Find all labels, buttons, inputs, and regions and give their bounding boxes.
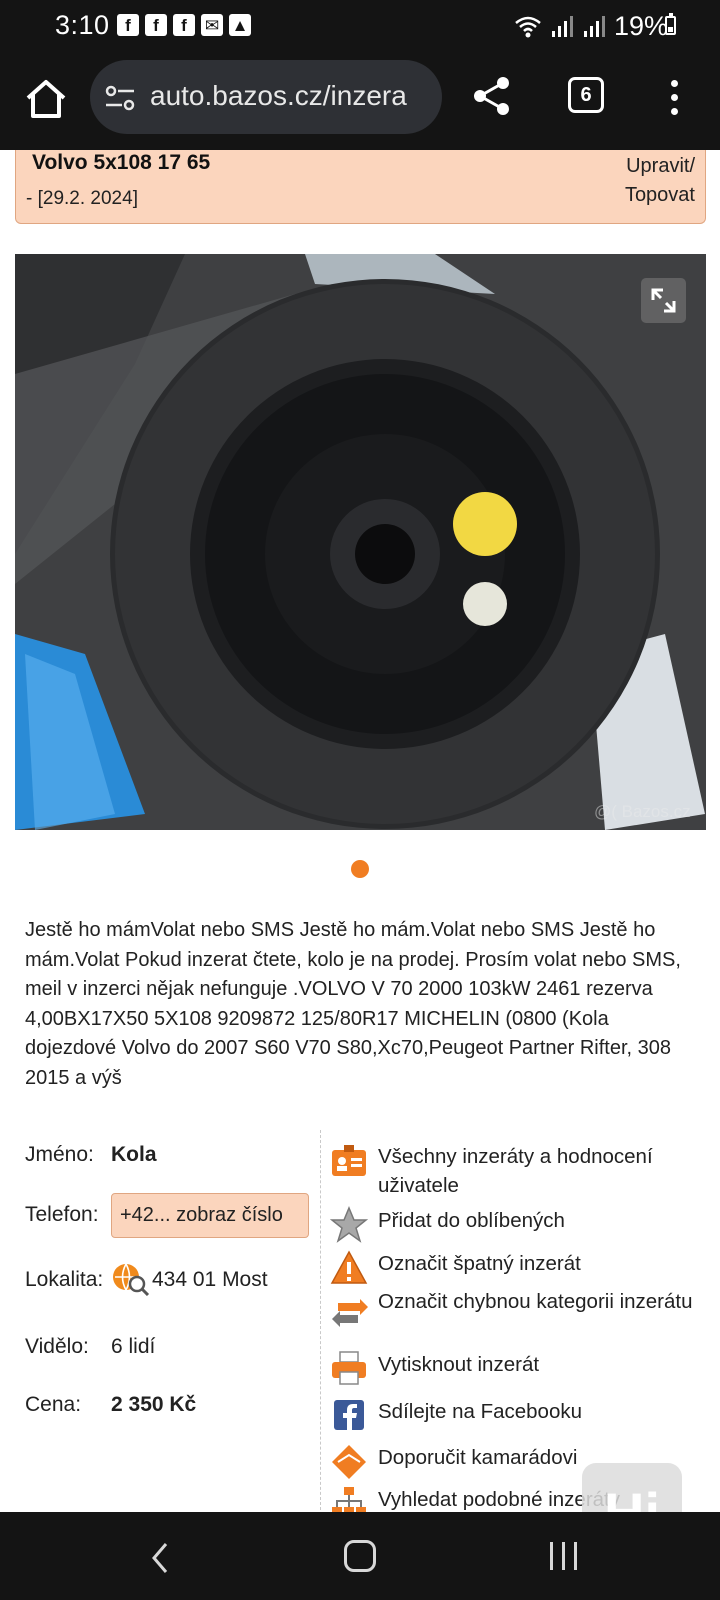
back-icon[interactable] (146, 1540, 176, 1576)
status-indicators: 19% (514, 11, 668, 42)
action-add-favorite[interactable]: Přidat do oblíbených (330, 1206, 710, 1244)
notification-icons: f f f ✉ ▲ (117, 14, 251, 36)
action-all-listings[interactable]: Všechny inzeráty a hodnocení uživatele (330, 1142, 710, 1202)
battery-percent: 19% (613, 11, 668, 41)
system-nav-bar (0, 1512, 720, 1600)
facebook-icon: f (145, 14, 167, 36)
recents-icon[interactable] (548, 1542, 580, 1572)
listing-photo[interactable] (15, 254, 706, 830)
battery-icon (665, 13, 676, 35)
photo-pager-dot[interactable] (351, 860, 369, 878)
wifi-icon (515, 16, 541, 37)
edit-link-line1[interactable]: Upravit/ (625, 152, 695, 181)
signal-icon (583, 15, 605, 37)
hierarchy-icon[interactable] (330, 1485, 368, 1512)
edit-link-line2[interactable]: Topovat (625, 181, 695, 210)
views-label: Vidělo: (25, 1335, 89, 1358)
listing-header: Volvo 5x108 17 65 - [29.2. 2024] Upravit… (15, 150, 706, 224)
location-label: Lokalita: (25, 1268, 104, 1291)
signal-icon (551, 15, 573, 37)
user-card-icon[interactable] (330, 1142, 368, 1180)
price-value: 2 350 Kč (111, 1393, 197, 1416)
phone-label: Telefon: (25, 1203, 99, 1226)
address-bar[interactable]: auto.bazos.cz/inzera (90, 60, 442, 134)
share-facebook-link[interactable]: Sdílejte na Facebooku (378, 1397, 718, 1426)
more-menu-icon[interactable] (660, 78, 690, 118)
action-print[interactable]: Vytisknout inzerát (330, 1350, 710, 1388)
price-label: Cena: (25, 1393, 82, 1416)
listing-date: - [29.2. 2024] (26, 188, 138, 209)
print-link[interactable]: Vytisknout inzerát (378, 1350, 718, 1379)
home-icon[interactable] (22, 76, 70, 124)
location-value: 434 01 Most (152, 1268, 268, 1291)
listing-title: Volvo 5x108 17 65 (32, 151, 211, 174)
photo-watermark: @( Bazos.cz (594, 802, 691, 821)
swap-arrows-icon[interactable] (330, 1295, 368, 1333)
name-value: Kola (111, 1143, 157, 1166)
expand-icon[interactable] (641, 278, 686, 323)
facebook-icon[interactable] (330, 1397, 368, 1435)
browser-toolbar: auto.bazos.cz/inzera 6 (0, 52, 720, 150)
home-nav-icon[interactable] (344, 1540, 376, 1572)
report-bad-link[interactable]: Označit špatný inzerát (378, 1249, 718, 1278)
send-icon[interactable] (330, 1443, 368, 1481)
listing-description: Jestě ho mámVolat nebo SMS Jestě ho mám.… (25, 919, 681, 1089)
action-share-facebook[interactable]: Sdílejte na Facebooku (330, 1397, 710, 1435)
image-icon: ▲ (229, 14, 251, 36)
column-divider (320, 1130, 321, 1510)
star-icon[interactable] (330, 1206, 368, 1244)
printer-icon[interactable] (330, 1350, 368, 1388)
url-text[interactable]: auto.bazos.cz/inzera (150, 80, 432, 112)
share-icon[interactable] (470, 74, 514, 118)
status-time: 3:10 (55, 10, 110, 40)
action-report-category[interactable]: Označit chybnou kategorii inzerátu (330, 1287, 710, 1347)
spare-wheel-image (15, 254, 706, 830)
views-value: 6 lidí (111, 1335, 156, 1358)
facebook-icon: f (117, 14, 139, 36)
warning-icon[interactable] (330, 1249, 368, 1287)
site-settings-icon[interactable] (104, 84, 136, 112)
mail-icon: ✉ (201, 14, 223, 36)
tab-switcher-button[interactable]: 6 (568, 77, 604, 113)
report-category-link[interactable]: Označit chybnou kategorii inzerátu (378, 1287, 718, 1316)
facebook-icon: f (173, 14, 195, 36)
fullscreen-button[interactable] (641, 278, 686, 323)
action-report-bad[interactable]: Označit špatný inzerát (330, 1249, 710, 1287)
status-bar: 3:10 f f f ✉ ▲ 19% (0, 0, 720, 52)
name-label: Jméno: (25, 1143, 94, 1166)
edit-topovat-link[interactable]: Upravit/ Topovat (625, 152, 695, 210)
show-phone-button[interactable]: +42... zobraz číslo (111, 1193, 309, 1238)
map-search-icon[interactable] (111, 1262, 151, 1296)
add-favorite-link[interactable]: Přidat do oblíbených (378, 1206, 718, 1235)
all-listings-link[interactable]: Všechny inzeráty a hodnocení uživatele (378, 1142, 718, 1200)
